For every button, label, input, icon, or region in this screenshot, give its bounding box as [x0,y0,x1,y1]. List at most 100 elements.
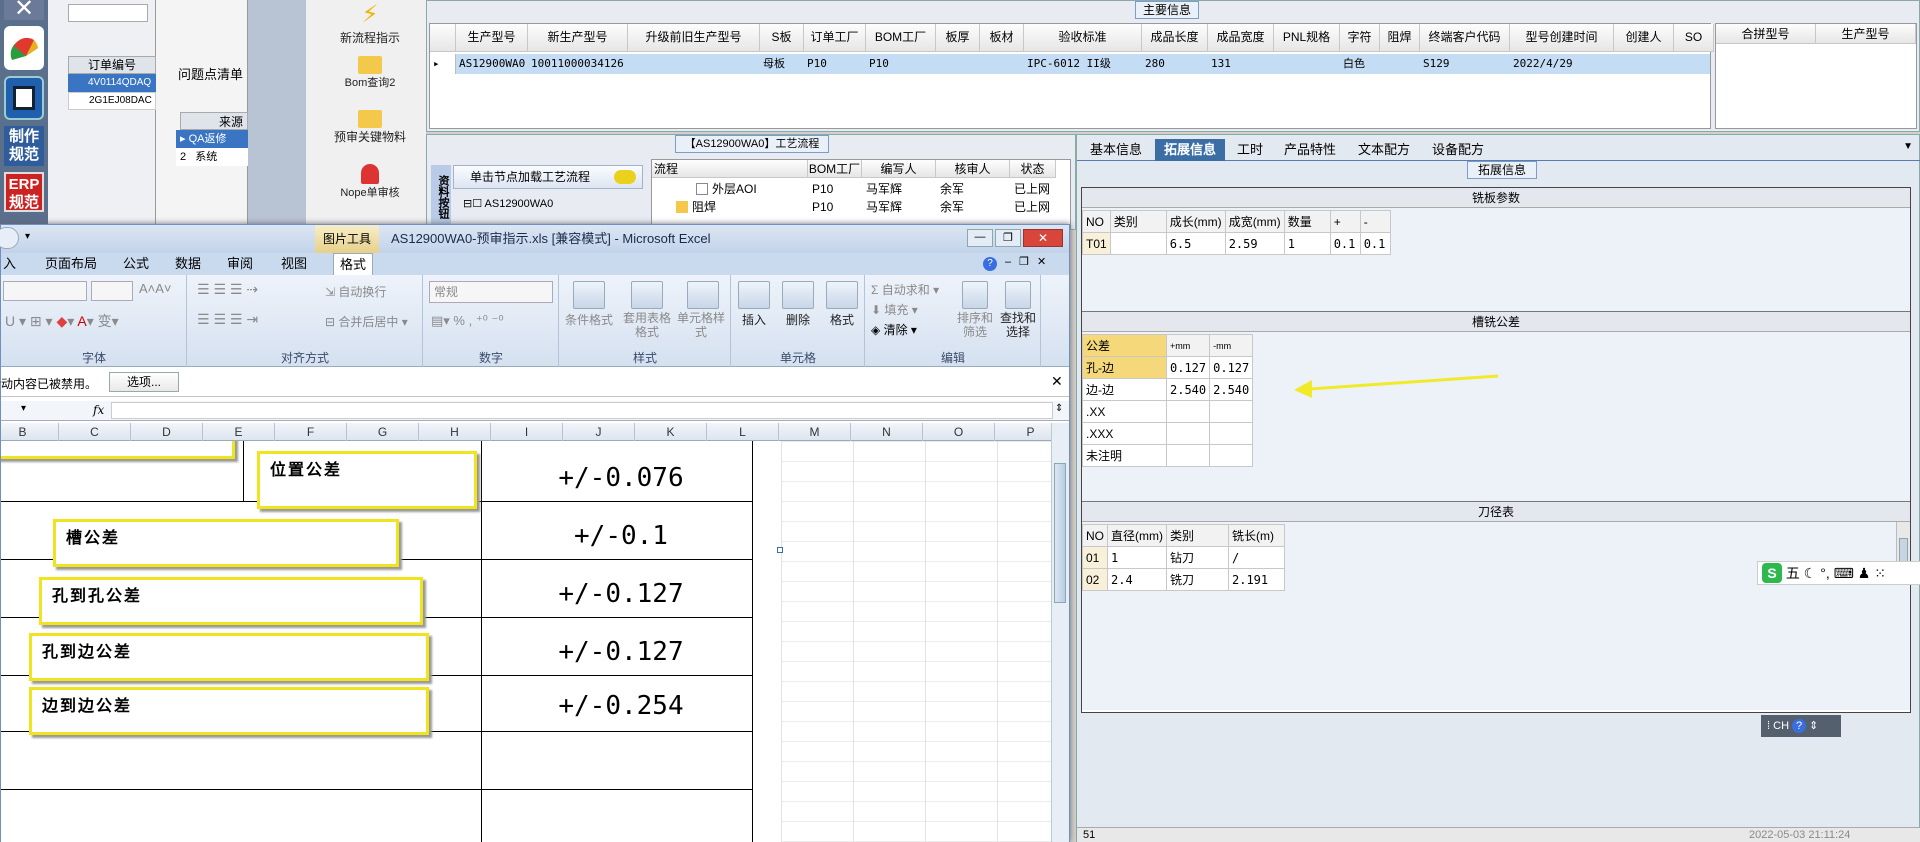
col-header[interactable]: 成宽(mm) [1224,210,1285,233]
number-format-select[interactable]: 常规 [429,281,553,303]
table-cell[interactable]: 铣刀 [1166,568,1229,591]
table-cell[interactable] [1209,400,1254,423]
new-flow-button[interactable]: ⚡ 新流程指示 [320,0,420,46]
ribbon-tab-6[interactable]: 格式 [333,253,374,276]
order-row[interactable]: 2G1EJ08DAC [68,92,156,110]
grow-font-icon[interactable]: A˄A˅ [139,281,172,296]
restore-button[interactable]: ❐ [995,229,1021,247]
table-cell[interactable]: IPC-6012 II级 [1024,54,1142,74]
tolerance-label[interactable]: 孔到边公差 [29,633,429,681]
table-cell[interactable]: 6.5 [1165,232,1226,255]
column-header[interactable]: E [203,423,275,441]
selection-handle[interactable] [777,547,783,553]
col-header[interactable]: 板厚 [936,24,980,52]
ime-lang-bar[interactable]: ⁞ CH ? ⇕ [1761,715,1841,737]
col-header[interactable]: +mm [1165,334,1211,357]
table-cell[interactable] [628,54,760,74]
bom-query-button[interactable]: Bom查询2 [320,56,420,90]
chart-app-icon[interactable] [4,26,44,70]
tolerance-value[interactable]: +/-0.127 [521,637,721,667]
table-cell[interactable]: 0.1 [1329,232,1361,255]
col-header[interactable]: 类别 [1109,210,1167,233]
col-header[interactable]: 公差 [1082,334,1167,357]
table-cell[interactable] [1165,444,1211,467]
clear-button[interactable]: ◈ 清除 ▾ [871,321,917,338]
tree-root[interactable]: ⊟☐ AS12900WA0 [463,197,553,210]
col-header[interactable]: 直径(mm) [1107,524,1167,547]
table-cell[interactable] [1274,54,1340,74]
table-cell[interactable] [936,54,980,74]
table-cell[interactable] [1209,444,1254,467]
col-header[interactable]: S板 [760,24,804,52]
col-header[interactable]: 类别 [1166,524,1229,547]
table-row[interactable]: .XX [1082,400,1254,423]
tolerance-value[interactable]: +/-0.1 [521,521,721,551]
table-cell[interactable]: 母板 [760,54,804,74]
table-cell[interactable] [980,54,1024,74]
tab-4[interactable]: 文本配方 [1349,139,1419,161]
ribbon-tab-1[interactable]: 页面布局 [39,253,103,275]
table-row[interactable]: ▸ AS12900WA0 10011000034126 母板 P10 P10 IPC-601… [430,54,1710,74]
table-cell[interactable]: .XXX [1082,422,1167,445]
table-cell[interactable]: 0.127 [1209,356,1254,379]
align-icons[interactable]: ☰ ☰ ☰ ⇢ [197,281,258,298]
fx-icon[interactable]: fx [93,403,104,417]
col-header[interactable]: 创建人 [1614,24,1674,52]
table-row[interactable]: 孔-边 0.127 0.127 [1082,356,1254,379]
table-cell[interactable]: 2.540 [1209,378,1254,401]
column-header[interactable]: G [347,423,419,441]
col-header[interactable]: 型号创建时间 [1510,24,1614,52]
table-cell[interactable] [1380,54,1420,74]
namebox-dropdown[interactable]: ▾ [21,403,26,414]
column-header[interactable]: C [59,423,131,441]
tolerance-label[interactable]: 孔到孔公差 [39,577,423,625]
fill-button[interactable]: ⬇ 填充 ▾ [871,301,918,318]
key-material-button[interactable]: 预审关键物料 [320,110,420,145]
table-cell[interactable]: P10 [866,54,936,74]
vertical-scrollbar[interactable] [1051,423,1069,842]
tab-2[interactable]: 工时 [1229,139,1271,161]
table-cell[interactable]: 白色 [1340,54,1380,74]
col-header[interactable]: 成长(mm) [1165,210,1226,233]
table-cell[interactable]: 边-边 [1082,378,1167,401]
table-cell[interactable]: 未注明 [1082,444,1167,467]
col-header[interactable]: 成品长度 [1142,24,1208,52]
table-cell[interactable]: .XX [1082,400,1167,423]
col-header[interactable]: 新生产型号 [528,24,628,52]
number-icons[interactable]: ▤▾ % , ⁺⁰ ⁻⁰ [431,313,504,329]
tolerance-value[interactable]: +/-0.127 [521,579,721,609]
tab-0[interactable]: 基本信息 [1081,139,1151,161]
table-row[interactable]: 02 2.4 铣刀 2.191 [1082,568,1285,591]
table-row[interactable]: 阻焊 P10 马军辉 余军 已上网 [652,198,1056,216]
format-icons[interactable]: U ▾ ⊞ ▾ ◆▾ A▾ 变▾ [5,311,119,331]
table-row[interactable]: 01 1 钻刀 / [1082,546,1285,569]
col-header[interactable]: 生产型号 [456,24,528,52]
tab-dropdown-icon[interactable]: ▼ [1903,141,1913,152]
table-row[interactable]: T01 6.5 2.59 1 0.1 0.1 [1082,232,1391,255]
delete-button[interactable]: 删除 [777,281,819,328]
col-header[interactable]: 字符 [1340,24,1380,52]
tolerance-label[interactable]: 槽公差 [53,519,399,567]
order-row[interactable]: 4V0114QDAQ [68,74,156,92]
table-cell[interactable]: 01 [1082,546,1108,569]
formula-input[interactable] [111,402,1053,419]
col-header[interactable]: 升级前旧生产型号 [628,24,760,52]
erp-rule-item[interactable]: ERP规范 [4,172,44,212]
minimize-button[interactable]: — [967,229,993,247]
expand-formula-icon[interactable]: ⇕ [1055,403,1063,414]
table-cell[interactable]: 2.59 [1224,232,1285,255]
col-header[interactable]: 终端客户代码 [1420,24,1510,52]
format-button[interactable]: 格式 [821,281,863,328]
col-header[interactable]: 铣长(m) [1228,524,1285,547]
autosum-button[interactable]: Σ 自动求和 ▾ [871,281,939,298]
issue-row[interactable]: 2 系统 [176,148,248,166]
quick-access-dropdown[interactable]: ▾ [25,231,30,242]
col-header[interactable]: - [1359,210,1391,233]
col-header[interactable]: PNL规格 [1274,24,1340,52]
ribbon-win-controls[interactable]: –❐✕ [1005,255,1054,268]
cell-style-button[interactable]: 单元格样式 [677,281,729,339]
table-row[interactable]: 未注明 [1082,444,1254,467]
close-button[interactable]: ✕ [1023,229,1063,247]
font-size-select[interactable] [91,281,133,301]
table-cell[interactable] [1209,422,1254,445]
